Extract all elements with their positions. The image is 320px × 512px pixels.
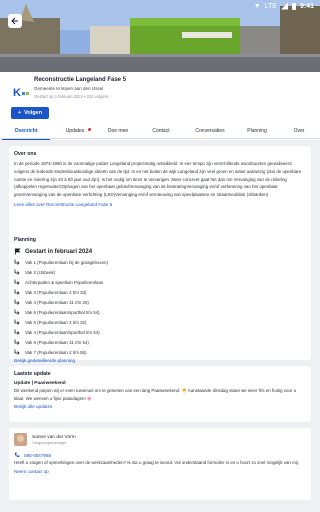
contact-role: Omgevingsmanager [32,440,67,445]
contact-name: Sanne van der Vorm [32,434,76,440]
about-read-more-link[interactable]: Lees alles over Reconstructie Langeland … [14,202,306,207]
turn-right-icon [14,289,20,295]
planning-details-link[interactable]: Bekijk gedetailleerde planning [14,358,306,363]
all-updates-link[interactable]: Bekijk alle updates [14,404,306,409]
turn-right-icon [14,259,20,265]
project-meta: Gestart op 1 februari 2024 • 234 volgers [34,94,109,99]
municipality-logo: K [13,87,29,99]
turn-right-icon [14,349,20,355]
list-item: Achterpaden & speeltuin Populierenlaan [14,277,306,287]
plus-icon: + [17,110,22,116]
list-item: Vak 3 (Populierenlaan 2 t/m 33) [14,287,306,297]
clock: 9:41 [299,2,314,10]
contact-text: Heeft u vragen of opmerkingen over de we… [14,460,299,465]
notification-dot [88,128,91,131]
turn-right-icon [14,269,20,275]
turn-right-icon [14,329,20,335]
list-item: Vak 7 (Populierenlaan 2 t/m 55) [14,347,306,357]
flag-icon [14,248,21,255]
contact-link[interactable]: Neem contact op [14,469,306,474]
list-item: Vak 4 (Populierenlaan 31 t/m 29) [14,297,306,307]
arrow-left-icon [11,17,18,25]
page-title: Reconstructie Langeland Fase 5 [34,77,127,83]
list-item: Vak 1 (Populierenlaan bij de garageboxen… [14,257,306,267]
tab-over[interactable]: Over [278,123,320,139]
turn-right-icon [14,309,20,315]
turn-right-icon [14,299,20,305]
battery-icon [291,2,296,10]
tab-planning[interactable]: Planning [236,123,278,139]
contact-phone[interactable]: 085-0047968 [14,452,306,458]
follow-button[interactable]: + Volgen [11,107,49,119]
update-heading: Laatste update [14,371,51,377]
list-item: Vak 6 (Populierenlaan/sporthal t/m 54) [14,307,306,317]
follow-label: Volgen [24,110,43,116]
update-text: Dit weekend piepen wij er even tussenuit… [14,388,297,401]
update-title[interactable]: Update | Paasweekend [14,381,306,386]
back-button[interactable] [8,14,22,28]
organization-name: Gemeente Krimpen aan den IJssel [34,86,104,91]
planning-status-label: Gestart in februari 2024 [25,248,93,255]
tab-doe-mee[interactable]: Doe mee [98,123,138,139]
list-item: Vak 4 (Populierenlaan/sporthal t/m 54) [14,327,306,337]
svg-text:K: K [13,87,21,99]
turn-right-icon [14,339,20,345]
network-label: LTE [264,2,277,10]
about-heading: Over ons [14,151,37,157]
about-text: In de periode 1973-1980 is de voormalige… [14,161,302,198]
planning-list: Vak 1 (Populierenlaan bij de garageboxen… [14,257,306,357]
tab-label: Updates [65,128,85,134]
about-card: Over ons In de periode 1973-1980 is de v… [9,146,311,234]
contact-person: Sanne van der Vorm Omgevingsmanager [14,433,306,446]
signal-icon [280,2,288,10]
phone-number: 085-0047968 [24,452,52,458]
list-item: Vak 6 (Populierenlaan 31 t/m 54) [14,337,306,347]
latest-update-card: Laatste update Update | Paasweekend Dit … [9,366,311,422]
planning-status: Gestart in februari 2024 [14,248,306,255]
contact-card: Sanne van der Vorm Omgevingsmanager 085-… [9,428,311,500]
tab-overzicht[interactable]: Overzicht [0,123,52,140]
turn-right-icon [14,319,20,325]
avatar [14,433,27,446]
tab-conversaties[interactable]: Conversaties [184,123,236,139]
status-bar: ▼ LTE 9:41 [0,0,320,12]
wifi-icon: ▼ [253,2,261,10]
tab-updates[interactable]: Updates [52,123,98,139]
list-item: Vak 5 (Populierenlaan 2 t/m 32) [14,317,306,327]
phone-icon [14,452,20,458]
planning-card: Planning Gestart in februari 2024 Vak 1 … [9,232,311,363]
tab-bar: Overzicht Updates Doe mee Contact Conver… [0,123,320,140]
turn-right-icon [14,279,20,285]
tab-contact[interactable]: Contact [138,123,184,139]
planning-heading: Planning [14,237,36,243]
list-item: Vak 2 (IJsbeek) [14,267,306,277]
